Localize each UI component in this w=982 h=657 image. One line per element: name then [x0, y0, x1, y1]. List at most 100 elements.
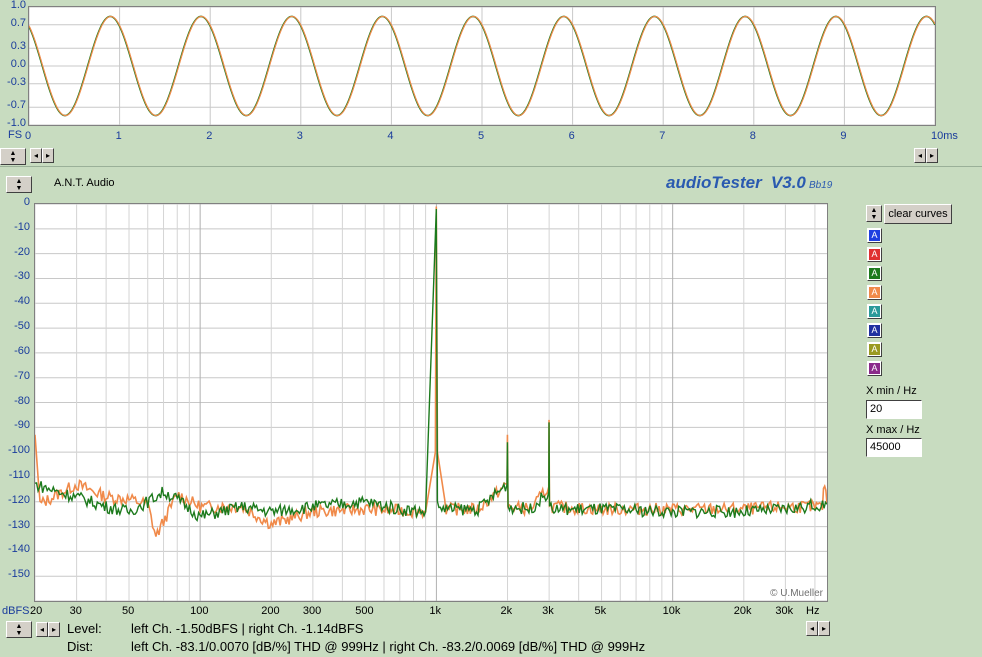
spectrum-scroll-left-button[interactable]: ◂ — [36, 622, 48, 637]
spectrum-y-tick: -80 — [14, 394, 30, 407]
time-scroll-right-button-2[interactable]: ▸ — [926, 148, 938, 163]
spectrum-y-tick: -150 — [7, 568, 30, 581]
x-min-input[interactable]: 20 — [866, 400, 922, 419]
spectrum-y-tick: 0 — [23, 196, 30, 208]
device-spinner[interactable]: ▲ ▼ — [6, 176, 32, 193]
time-domain-plot — [28, 6, 936, 126]
time-x-tick: 0 — [25, 130, 32, 142]
time-domain-chart — [29, 7, 935, 125]
spectrum-y-tick: -40 — [14, 295, 30, 308]
channel-swatch[interactable]: A — [867, 266, 882, 281]
spectrum-x-tick: 1k — [429, 605, 442, 617]
channel-swatch-letter: A — [869, 287, 880, 298]
time-x-tick: 1 — [115, 130, 122, 142]
time-y-tick: -0.3 — [7, 75, 26, 88]
channel-swatch[interactable]: A — [867, 228, 882, 243]
spectrum-chart — [35, 204, 827, 601]
time-x-tick: 2 — [206, 130, 213, 142]
time-scroll-left-button[interactable]: ◂ — [30, 148, 42, 163]
x-max-input[interactable]: 45000 — [866, 438, 922, 457]
spectrum-x-tick: 500 — [355, 605, 374, 617]
time-x-tick: 3 — [296, 130, 303, 142]
spectrum-x-tick: 20k — [733, 605, 752, 617]
channel-swatch[interactable]: A — [867, 361, 882, 376]
time-y-tick: -0.7 — [7, 99, 26, 112]
spectrum-x-tick: Hz — [806, 605, 820, 617]
time-x-tick: 10ms — [931, 130, 958, 142]
spectrum-y-tick: -100 — [7, 444, 30, 457]
curve-spinner[interactable]: ▲ ▼ — [866, 205, 882, 222]
channel-swatch-letter: A — [869, 230, 880, 241]
channel-swatch-letter: A — [869, 325, 880, 336]
spectrum-y-tick: -120 — [7, 493, 30, 506]
x-max-label: X max / Hz — [866, 424, 920, 436]
time-y-tick: 0.7 — [10, 16, 26, 29]
channel-swatch-letter: A — [869, 249, 880, 260]
spectrum-zoom-spinner[interactable]: ▲ ▼ — [6, 621, 32, 638]
spectrum-y-unit: dBFS — [2, 605, 30, 617]
divider — [0, 166, 982, 167]
brand-logo: audioTester V3.0 Bb19 — [666, 173, 832, 193]
level-label: Level: — [67, 621, 102, 636]
time-y-tick: -1.0 — [7, 117, 26, 129]
channel-swatch-letter: A — [869, 363, 880, 374]
channel-swatch[interactable]: A — [867, 247, 882, 262]
spectrum-y-tick: -20 — [14, 245, 30, 258]
channel-swatch[interactable]: A — [867, 323, 882, 338]
spectrum-plot: © U.Mueller — [34, 203, 828, 602]
time-y-tick: 1.0 — [10, 0, 26, 11]
spectrum-x-tick: 3k — [542, 605, 554, 617]
dist-label: Dist: — [67, 639, 93, 654]
channel-swatch-letter: A — [869, 306, 880, 317]
brand-version: V3.0 — [770, 173, 806, 192]
spectrum-scroll-left-button-2[interactable]: ◂ — [806, 621, 818, 636]
spectrum-y-tick: -10 — [14, 220, 30, 233]
time-scroll-left-button-2[interactable]: ◂ — [914, 148, 926, 163]
time-scroll-right-button[interactable]: ▸ — [42, 148, 54, 163]
spectrum-x-tick: 2k — [500, 605, 513, 617]
spectrum-y-tick: -140 — [7, 543, 30, 556]
spectrum-y-tick: -50 — [14, 320, 30, 333]
brand-build: Bb19 — [808, 180, 833, 191]
time-x-tick: 7 — [659, 130, 666, 142]
time-x-tick: 5 — [478, 130, 485, 142]
spectrum-scroll-right-button-2[interactable]: ▸ — [818, 621, 830, 636]
spectrum-x-tick: 20 — [30, 605, 43, 617]
spectrum-y-tick: -70 — [14, 369, 30, 382]
spectrum-y-tick: -60 — [14, 344, 30, 357]
spectrum-x-tick: 300 — [302, 605, 322, 617]
x-min-label: X min / Hz — [866, 385, 917, 397]
dist-readout: left Ch. -83.1/0.0070 [dB/%] THD @ 999Hz… — [131, 639, 646, 654]
channel-swatch-letter: A — [869, 344, 880, 355]
time-y-tick: 0.3 — [10, 40, 26, 53]
channel-swatch[interactable]: A — [867, 285, 882, 300]
time-x-tick: 4 — [387, 130, 394, 142]
time-y-unit: FS — [8, 129, 23, 141]
time-y-tick: 0.0 — [10, 58, 26, 70]
spectrum-x-tick: 50 — [122, 605, 135, 617]
spectrum-x-tick: 30k — [775, 605, 794, 617]
brand-title: audioTester — [666, 173, 762, 192]
spectrum-x-tick: 200 — [261, 605, 280, 617]
time-x-tick: 9 — [840, 130, 847, 142]
clear-curves-button[interactable]: clear curves — [884, 204, 952, 224]
spectrum-x-tick: 100 — [190, 605, 209, 617]
time-zoom-spinner[interactable]: ▲ ▼ — [0, 148, 26, 165]
copyright: © U.Mueller — [770, 588, 823, 599]
spectrum-trace-left — [35, 208, 827, 523]
spectrum-y-tick: -130 — [7, 518, 30, 531]
channel-swatch[interactable]: A — [867, 304, 882, 319]
spectrum-y-tick: -110 — [8, 468, 30, 481]
spectrum-y-tick: -90 — [14, 419, 30, 432]
level-readout: left Ch. -1.50dBFS | right Ch. -1.14dBFS — [131, 621, 364, 636]
device-name: A.N.T. Audio — [54, 177, 115, 189]
spectrum-x-tick: 30 — [69, 605, 82, 617]
spectrum-y-tick: -30 — [14, 270, 30, 283]
spectrum-x-tick: 5k — [594, 605, 607, 617]
spectrum-scroll-right-button[interactable]: ▸ — [48, 622, 60, 637]
time-x-tick: 8 — [749, 130, 756, 142]
time-x-tick: 6 — [568, 130, 575, 142]
channel-swatch[interactable]: A — [867, 342, 882, 357]
channel-swatch-letter: A — [869, 268, 880, 279]
spectrum-x-tick: 10k — [662, 605, 681, 617]
